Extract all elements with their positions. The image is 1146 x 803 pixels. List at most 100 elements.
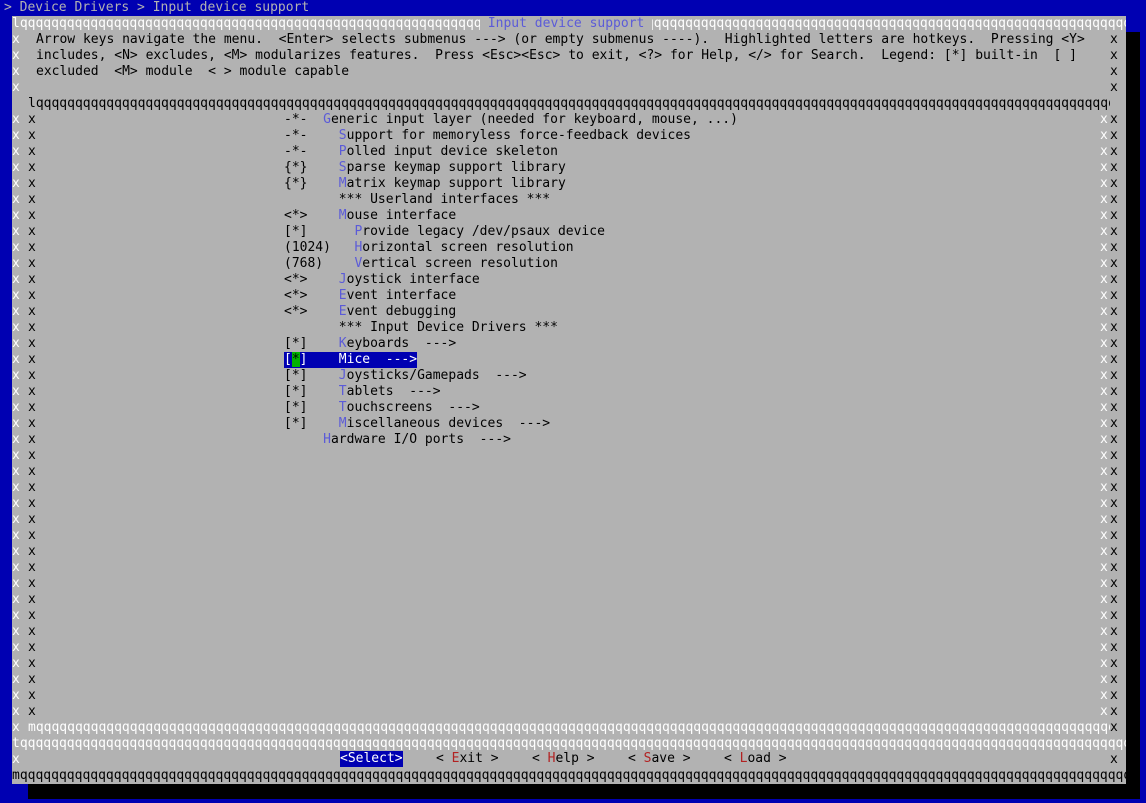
- border-char: x: [28, 432, 36, 447]
- menu-item[interactable]: -*- Polled input device skeleton: [284, 144, 558, 160]
- border-char: x: [28, 176, 36, 191]
- border-char: x: [1100, 384, 1108, 399]
- menu-item[interactable]: <*> Mouse interface: [284, 208, 456, 224]
- border-char: x: [12, 752, 20, 767]
- border-char: x: [1110, 336, 1118, 351]
- border-char: x: [28, 272, 36, 287]
- menu-item[interactable]: -*- Support for memoryless force-feedbac…: [284, 128, 691, 144]
- border-char: x: [1100, 400, 1108, 415]
- border-char: x: [1110, 288, 1118, 303]
- border-char: x: [28, 656, 36, 671]
- border-char: x: [1110, 144, 1118, 159]
- border-char: x: [12, 304, 20, 319]
- menu-item[interactable]: <*> Event debugging: [284, 304, 456, 320]
- menu-item-label: Mice --->: [338, 352, 418, 367]
- breadcrumb: > Device Drivers > Input device support: [4, 0, 310, 15]
- border-char: x: [1100, 560, 1108, 575]
- border-char: x: [12, 384, 20, 399]
- menu-item-state: [284, 320, 339, 335]
- menu-item[interactable]: *** Userland interfaces ***: [284, 192, 550, 208]
- menu-item-label: olled input device skeleton: [346, 144, 558, 159]
- menu-item[interactable]: *** Input Device Drivers ***: [284, 320, 558, 336]
- save-button[interactable]: < Save >: [628, 751, 691, 767]
- menu-item-label: eneric input layer (needed for keyboard,…: [330, 112, 738, 127]
- help-line-2: includes, <N> excludes, <M> modularizes …: [36, 48, 1077, 63]
- border-char: x: [1100, 336, 1108, 351]
- border-char: x: [28, 384, 36, 399]
- border-char: x: [28, 352, 36, 367]
- border-char: x: [1110, 576, 1118, 591]
- button-label: xit >: [459, 751, 499, 766]
- border-char: x: [1100, 304, 1108, 319]
- border-char: x: [12, 480, 20, 495]
- border-char: x: [28, 368, 36, 383]
- border-char: x: [12, 576, 20, 591]
- menu-item[interactable]: {*} Matrix keymap support library: [284, 176, 566, 192]
- border-char: x: [1110, 112, 1118, 127]
- border-char: x: [1100, 128, 1108, 143]
- border-char: x: [12, 624, 20, 639]
- border-char: x: [28, 144, 36, 159]
- border-char: x: [1100, 672, 1108, 687]
- border-char: x: [28, 688, 36, 703]
- border-char: x: [1100, 144, 1108, 159]
- help-button[interactable]: < Help >: [532, 751, 595, 767]
- menu-item[interactable]: [*] Keyboards --->: [284, 336, 456, 352]
- border-char: x: [28, 592, 36, 607]
- border-char: x: [1100, 528, 1108, 543]
- menu-box-bottom-border: mqqqqqqqqqqqqqqqqqqqqqqqqqqqqqqqqqqqqqqq…: [28, 720, 1110, 735]
- menu-item-hotkey: E: [338, 288, 347, 303]
- menu-item[interactable]: -*- Generic input layer (needed for keyb…: [284, 112, 738, 128]
- border-char: x: [1110, 496, 1118, 511]
- menu-item[interactable]: [*] Tablets --->: [284, 384, 441, 400]
- menu-item[interactable]: [*] Provide legacy /dev/psaux device: [284, 224, 605, 240]
- border-char: x: [1100, 240, 1108, 255]
- menu-item[interactable]: <*> Joystick interface: [284, 272, 480, 288]
- menu-item-hotkey: E: [338, 304, 347, 319]
- menu-item-label: *** Userland interfaces ***: [338, 192, 551, 207]
- border-char: x: [1110, 352, 1118, 367]
- border-char: x: [1110, 448, 1118, 463]
- border-char: x: [1100, 576, 1108, 591]
- border-char: x: [28, 608, 36, 623]
- menu-item[interactable]: [*] Joysticks/Gamepads --->: [284, 368, 527, 384]
- menu-item[interactable]: [*] Touchscreens --->: [284, 400, 480, 416]
- border-char: x: [1100, 208, 1108, 223]
- border-char: x: [12, 368, 20, 383]
- menu-item-label: ouse interface: [346, 208, 457, 223]
- border-char: x: [12, 352, 20, 367]
- menu-item[interactable]: (768) Vertical screen resolution: [284, 256, 558, 272]
- menu-item[interactable]: <*> Event interface: [284, 288, 456, 304]
- menu-item[interactable]: {*} Sparse keymap support library: [284, 160, 566, 176]
- border-char: x: [12, 64, 20, 79]
- menu-item-hotkey: M: [338, 176, 347, 191]
- menu-item-state: [284, 432, 323, 447]
- border-char: x: [28, 528, 36, 543]
- border-char: x: [28, 336, 36, 351]
- border-char: x: [1110, 64, 1118, 79]
- menu-item[interactable]: [*] Mice --->: [284, 352, 418, 368]
- menu-item[interactable]: (1024) Horizontal screen resolution: [284, 240, 574, 256]
- border-char: x: [12, 400, 20, 415]
- border-char: x: [12, 640, 20, 655]
- menu-item[interactable]: Hardware I/O ports --->: [284, 432, 511, 448]
- border-char: x: [1110, 368, 1118, 383]
- menu-item-state: -*-: [284, 144, 339, 159]
- menu-item-hotkey: H: [323, 432, 331, 447]
- select-button[interactable]: <Select>: [340, 751, 403, 767]
- button-separator: tqqqqqqqqqqqqqqqqqqqqqqqqqqqqqqqqqqqqqqq…: [12, 736, 1126, 751]
- border-char: x: [1100, 512, 1108, 527]
- menu-item-label: ouchscreens --->: [346, 400, 480, 415]
- dialog-shadow-bottom: [28, 784, 1140, 799]
- load-button[interactable]: < Load >: [724, 751, 787, 767]
- menu-item[interactable]: [*] Miscellaneous devices --->: [284, 416, 550, 432]
- border-char: x: [12, 32, 20, 47]
- border-char: x: [12, 80, 20, 95]
- border-char: x: [1110, 128, 1118, 143]
- border-char: x: [28, 512, 36, 527]
- menu-item-state: <*>: [284, 288, 339, 303]
- exit-button[interactable]: < Exit >: [436, 751, 499, 767]
- border-char: x: [1100, 256, 1108, 271]
- border-char: x: [12, 416, 20, 431]
- border-char: x: [1100, 608, 1108, 623]
